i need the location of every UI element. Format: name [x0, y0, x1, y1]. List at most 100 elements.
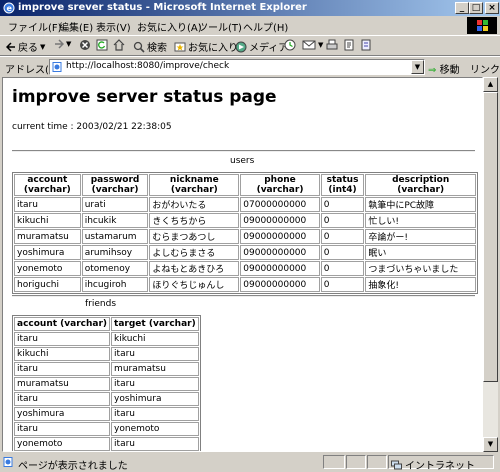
- edit-icon: [344, 39, 354, 51]
- column-header: phone (varchar): [240, 174, 320, 196]
- address-dropdown-button[interactable]: ▼: [411, 60, 424, 74]
- table-cell: 0: [320, 261, 365, 276]
- users-caption: users: [230, 156, 255, 166]
- table-cell: ustamarum: [81, 229, 149, 244]
- vertical-scrollbar[interactable]: ▲ ▼: [483, 77, 498, 452]
- table-cell: muramatsu: [111, 362, 199, 376]
- table-cell: horiguchi: [14, 277, 81, 292]
- mail-button[interactable]: ▼: [302, 39, 323, 51]
- current-time-label: current time :: [12, 122, 77, 132]
- dropdown-arrow-icon: ▼: [40, 42, 46, 51]
- friends-caption: friends: [85, 299, 117, 309]
- maximize-button[interactable]: □: [469, 2, 483, 14]
- favorites-button[interactable]: お気に入り: [174, 39, 238, 54]
- table-cell: 09000000000: [240, 277, 320, 292]
- home-button[interactable]: [113, 39, 125, 51]
- forward-button[interactable]: ▼: [54, 39, 71, 49]
- search-icon: [133, 41, 145, 53]
- links-button[interactable]: リンク »: [470, 61, 500, 76]
- page-icon: [52, 62, 62, 72]
- menu-edit[interactable]: 編集(E): [59, 19, 93, 34]
- table-cell: itaru: [111, 437, 199, 451]
- menu-help[interactable]: ヘルプ(H): [243, 19, 288, 34]
- ie-icon: e: [3, 2, 15, 14]
- table-row: yoshimura itaru: [14, 407, 199, 421]
- column-header-line: description: [392, 175, 450, 185]
- table-row: itaru urati おがわいたる 07000000000 0 執筆中にPC故障: [14, 197, 476, 212]
- column-header: status (int4): [320, 174, 365, 196]
- column-header-line: (varchar): [91, 185, 139, 195]
- title-bar: e improve srever status - Microsoft Inte…: [0, 0, 500, 16]
- table-cell: kikuchi: [14, 347, 111, 361]
- menu-file[interactable]: ファイル(F): [8, 19, 62, 34]
- table-cell: 眠い: [365, 245, 476, 260]
- divider: [12, 150, 475, 152]
- column-header-line: phone: [264, 175, 296, 185]
- table-cell: 0: [320, 277, 365, 292]
- table-row: muramatsu itaru: [14, 377, 199, 391]
- table-cell: ihcukik: [81, 213, 149, 228]
- stop-button[interactable]: [79, 39, 91, 51]
- scroll-thumb[interactable]: [483, 92, 498, 382]
- discuss-icon: [361, 39, 371, 51]
- status-panel: [367, 455, 387, 469]
- menu-bar: ファイル(F) 編集(E) 表示(V) お気に入り(A) ツール(T) ヘルプ(…: [0, 17, 500, 34]
- table-cell: muramatsu: [14, 229, 81, 244]
- close-button[interactable]: ×: [485, 2, 499, 14]
- print-button[interactable]: [326, 39, 338, 51]
- table-cell: itaru: [14, 332, 111, 346]
- menu-tools[interactable]: ツール(T): [198, 19, 242, 34]
- scroll-down-button[interactable]: ▼: [483, 437, 498, 452]
- column-header-line: status: [326, 175, 359, 185]
- status-text: ページが表示されました: [18, 461, 128, 472]
- refresh-button[interactable]: [96, 39, 108, 51]
- go-arrow-icon: ⇒: [428, 65, 437, 76]
- address-input[interactable]: http://localhost:8080/improve/check ▼: [49, 59, 425, 75]
- table-cell: 忙しい!: [365, 213, 476, 228]
- table-cell: itaru: [14, 362, 111, 376]
- table-cell: ほりぐちじゅんし: [149, 277, 240, 292]
- table-cell: kikuchi: [14, 213, 81, 228]
- minimize-button[interactable]: _: [455, 2, 469, 14]
- status-panel: [323, 455, 345, 469]
- column-header: account (varchar): [14, 174, 81, 196]
- table-cell: きくちちから: [149, 213, 240, 228]
- media-icon: [235, 41, 247, 52]
- home-icon: [113, 39, 125, 51]
- go-button[interactable]: ⇒ 移動: [428, 61, 460, 76]
- edit-button[interactable]: [343, 39, 355, 51]
- status-panel: [346, 455, 366, 469]
- toolbar: 戻る ▼ ▼ 検索 お気に入り メディア ▼: [0, 35, 500, 56]
- column-header-line: account: [27, 175, 68, 185]
- back-button[interactable]: 戻る ▼: [6, 39, 45, 54]
- column-header-line: (int4): [328, 185, 357, 195]
- address-url: http://localhost:8080/improve/check: [66, 61, 230, 71]
- table-cell: 09000000000: [240, 213, 320, 228]
- table-cell: ihcugiroh: [81, 277, 149, 292]
- table-cell: よしむらまさる: [149, 245, 240, 260]
- table-row: itaru kikuchi: [14, 332, 199, 346]
- security-zone: イントラネット: [391, 457, 475, 472]
- table-cell: itaru: [14, 392, 111, 406]
- media-button[interactable]: メディア: [235, 39, 288, 54]
- refresh-icon: [96, 39, 108, 51]
- table-cell: itaru: [111, 407, 199, 421]
- table-cell: itaru: [111, 347, 199, 361]
- windows-logo: [467, 17, 497, 34]
- table-cell: 09000000000: [240, 229, 320, 244]
- scroll-up-button[interactable]: ▲: [483, 77, 498, 92]
- table-row: yonemoto itaru: [14, 437, 199, 451]
- status-bar: ページが表示されました イントラネット: [0, 453, 500, 472]
- table-cell: arumihsoy: [81, 245, 149, 260]
- media-label: メディア: [249, 43, 289, 54]
- discuss-button[interactable]: [360, 39, 372, 51]
- search-button[interactable]: 検索: [133, 39, 167, 54]
- table-cell: むらまつあつし: [149, 229, 240, 244]
- menu-view[interactable]: 表示(V): [96, 19, 131, 34]
- history-button[interactable]: [284, 39, 296, 51]
- divider: [12, 295, 475, 297]
- window-title: improve srever status - Microsoft Intern…: [18, 2, 307, 13]
- dropdown-arrow-icon: ▼: [66, 40, 72, 48]
- menu-favorites[interactable]: お気に入り(A): [137, 19, 202, 34]
- column-header-line: nickname: [169, 175, 219, 185]
